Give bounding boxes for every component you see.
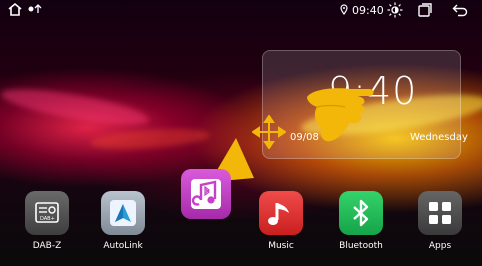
- app-bluetooth-music[interactable]: [180, 169, 232, 219]
- notification-icons: [28, 4, 44, 17]
- status-bar: 09:40: [0, 0, 482, 22]
- app-label: Apps: [428, 241, 452, 251]
- home-screen: 09:40 9:40 09/08 Wednesday DAB+ DAB-Z Au…: [0, 0, 482, 266]
- app-music[interactable]: Music: [255, 191, 307, 251]
- move-arrows-icon: [252, 115, 286, 149]
- brightness-icon[interactable]: [387, 2, 403, 21]
- app-autolink[interactable]: AutoLink: [97, 191, 149, 251]
- back-icon[interactable]: [452, 3, 468, 20]
- recents-icon[interactable]: [418, 3, 432, 20]
- app-label: Music: [268, 241, 294, 251]
- autolink-icon: [101, 191, 145, 235]
- bluetooth-music-icon: [181, 169, 231, 219]
- pointing-hand-icon: [307, 88, 374, 142]
- app-apps[interactable]: Apps: [414, 191, 466, 251]
- app-bluetooth[interactable]: Bluetooth: [335, 191, 387, 251]
- radio-icon: DAB+: [25, 191, 69, 235]
- status-time: 09:40: [352, 4, 384, 17]
- app-label: DAB-Z: [32, 241, 62, 251]
- wallpaper-streak: [89, 125, 211, 153]
- home-icon[interactable]: [7, 2, 23, 20]
- location-icon: [340, 4, 348, 18]
- app-dab-z[interactable]: DAB+ DAB-Z: [21, 191, 73, 251]
- apps-grid-icon: [418, 191, 462, 235]
- clock-day: Wednesday: [410, 132, 468, 143]
- app-label: Bluetooth: [339, 241, 383, 251]
- bluetooth-icon: [339, 191, 383, 235]
- music-note-icon: [259, 191, 303, 235]
- app-label: AutoLink: [103, 241, 143, 251]
- wallpaper-streak: [0, 82, 151, 132]
- svg-text:DAB+: DAB+: [40, 216, 55, 222]
